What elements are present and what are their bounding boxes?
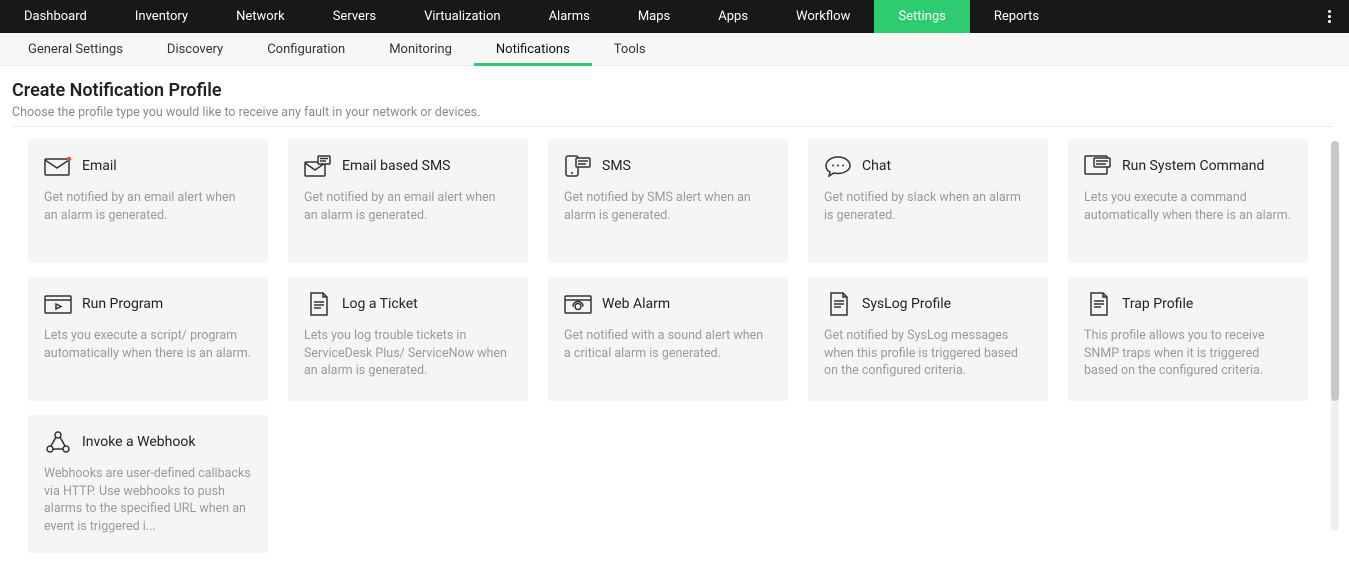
card-webhook[interactable]: Invoke a Webhook Webhooks are user-defin… xyxy=(28,415,268,553)
subnav-discovery[interactable]: Discovery xyxy=(145,33,245,65)
card-title: Invoke a Webhook xyxy=(82,434,195,450)
web-alarm-icon xyxy=(564,293,592,315)
card-web-alarm[interactable]: Web Alarm Get notified with a sound aler… xyxy=(548,277,788,401)
run-program-icon xyxy=(44,293,72,315)
card-desc: Get notified by slack when an alarm is g… xyxy=(824,189,1032,224)
top-nav: Dashboard Inventory Network Servers Virt… xyxy=(0,0,1349,33)
subnav-general-settings[interactable]: General Settings xyxy=(6,33,145,65)
scrollbar[interactable] xyxy=(1331,141,1339,531)
card-title: Chat xyxy=(862,158,891,174)
card-trap[interactable]: Trap Profile This profile allows you to … xyxy=(1068,277,1308,401)
page-subtitle: Choose the profile type you would like t… xyxy=(12,105,1333,120)
nav-maps[interactable]: Maps xyxy=(614,0,694,33)
nav-network[interactable]: Network xyxy=(212,0,309,33)
card-title: Run Program xyxy=(82,296,163,312)
subnav-tools[interactable]: Tools xyxy=(592,33,668,65)
trap-icon xyxy=(1084,293,1112,315)
subnav-notifications[interactable]: Notifications xyxy=(474,33,592,65)
card-desc: Get notified by SysLog messages when thi… xyxy=(824,327,1032,380)
card-title: SysLog Profile xyxy=(862,296,951,312)
terminal-icon xyxy=(1084,155,1112,177)
card-log-ticket[interactable]: Log a Ticket Lets you log trouble ticket… xyxy=(288,277,528,401)
nav-servers[interactable]: Servers xyxy=(309,0,400,33)
card-desc: Lets you execute a script/ program autom… xyxy=(44,327,252,362)
card-title: Log a Ticket xyxy=(342,296,418,312)
nav-apps[interactable]: Apps xyxy=(694,0,772,33)
profile-card-grid: Email Get notified by an email alert whe… xyxy=(12,139,1333,553)
more-menu-button[interactable] xyxy=(1322,0,1337,33)
email-sms-icon xyxy=(304,155,332,177)
card-chat[interactable]: Chat Get notified by slack when an alarm… xyxy=(808,139,1048,263)
card-desc: Get notified by an email alert when an a… xyxy=(304,189,512,224)
card-run-command[interactable]: Run System Command Lets you execute a co… xyxy=(1068,139,1308,263)
card-title: SMS xyxy=(602,158,631,174)
card-title: Trap Profile xyxy=(1122,296,1193,312)
card-desc: Get notified by SMS alert when an alarm … xyxy=(564,189,772,224)
kebab-icon xyxy=(1328,10,1331,23)
card-syslog[interactable]: SysLog Profile Get notified by SysLog me… xyxy=(808,277,1048,401)
card-desc: Lets you log trouble tickets in ServiceD… xyxy=(304,327,512,380)
card-sms[interactable]: SMS Get notified by SMS alert when an al… xyxy=(548,139,788,263)
card-email-sms[interactable]: Email based SMS Get notified by an email… xyxy=(288,139,528,263)
ticket-icon xyxy=(304,293,332,315)
card-title: Web Alarm xyxy=(602,296,670,312)
webhook-icon xyxy=(44,431,72,453)
card-desc: Lets you execute a command automatically… xyxy=(1084,189,1292,224)
sms-icon xyxy=(564,155,592,177)
card-title: Run System Command xyxy=(1122,158,1264,174)
card-desc: Get notified by an email alert when an a… xyxy=(44,189,252,224)
nav-inventory[interactable]: Inventory xyxy=(111,0,212,33)
card-title: Email xyxy=(82,158,117,174)
card-desc: Webhooks are user-defined callbacks via … xyxy=(44,465,252,535)
card-desc: Get notified with a sound alert when a c… xyxy=(564,327,772,362)
nav-settings[interactable]: Settings xyxy=(874,0,969,33)
chat-icon xyxy=(824,155,852,177)
subnav-monitoring[interactable]: Monitoring xyxy=(367,33,474,65)
divider xyxy=(12,126,1333,127)
card-run-program[interactable]: Run Program Lets you execute a script/ p… xyxy=(28,277,268,401)
nav-alarms[interactable]: Alarms xyxy=(525,0,614,33)
page-title: Create Notification Profile xyxy=(12,80,1333,101)
sub-nav: General Settings Discovery Configuration… xyxy=(0,33,1349,66)
syslog-icon xyxy=(824,293,852,315)
nav-virtualization[interactable]: Virtualization xyxy=(400,0,525,33)
page-content: Create Notification Profile Choose the p… xyxy=(0,66,1349,569)
card-desc: This profile allows you to receive SNMP … xyxy=(1084,327,1292,380)
nav-workflow[interactable]: Workflow xyxy=(772,0,874,33)
nav-dashboard[interactable]: Dashboard xyxy=(0,0,111,33)
subnav-configuration[interactable]: Configuration xyxy=(245,33,367,65)
card-title: Email based SMS xyxy=(342,158,450,174)
card-email[interactable]: Email Get notified by an email alert whe… xyxy=(28,139,268,263)
nav-reports[interactable]: Reports xyxy=(970,0,1063,33)
email-icon xyxy=(44,155,72,177)
scrollbar-thumb[interactable] xyxy=(1331,141,1339,401)
